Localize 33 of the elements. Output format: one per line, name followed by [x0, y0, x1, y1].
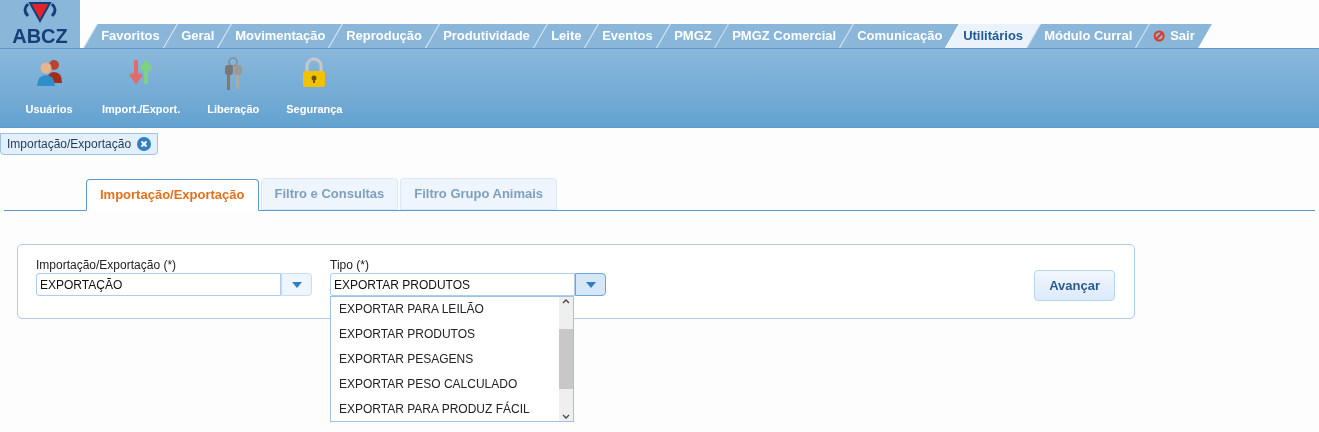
form-tab[interactable]: Filtro e Consultas — [260, 178, 399, 210]
caret-icon — [585, 281, 596, 288]
dropdown-option[interactable]: EXPORTAR PESAGENS — [331, 346, 559, 372]
field-label: Tipo (*) — [330, 258, 370, 273]
scrollbar[interactable] — [559, 297, 573, 421]
chevron-up-icon[interactable] — [562, 299, 570, 304]
menu-tab[interactable]: Favoritos — [83, 24, 177, 48]
menu-tab[interactable]: PMGZ Comercial — [714, 24, 854, 48]
dropdown-option[interactable]: EXPORTAR PARA PRODUZ FÁCIL — [331, 396, 559, 421]
chevron-down-icon[interactable] — [562, 414, 570, 419]
close-icon[interactable] — [137, 137, 152, 151]
dropdown-option[interactable]: EXPORTAR PARA LEILÃO — [331, 297, 559, 322]
menu-tab[interactable]: Módulo Curral — [1026, 24, 1150, 48]
form-tab[interactable]: Importação/Exportação — [86, 179, 259, 211]
menu-tab[interactable]: Sair — [1135, 24, 1212, 48]
toolbar-button[interactable]: Import./Export. — [94, 57, 189, 117]
caret-icon — [291, 281, 302, 288]
form-tab[interactable]: Filtro Grupo Animais — [400, 178, 558, 210]
menu-tab[interactable]: Comunicação — [839, 24, 960, 48]
menu-tab[interactable]: Reprodução — [328, 24, 439, 48]
toolbar-button[interactable]: Segurança — [278, 57, 351, 117]
field-label: Importação/Exportação (*) — [36, 258, 178, 273]
dropdown-option[interactable]: EXPORTAR PRODUTOS — [331, 321, 559, 347]
advance-button[interactable]: Avançar — [1034, 270, 1115, 301]
logo-text: ABCZ — [12, 26, 68, 46]
document-tab[interactable]: Importação/Exportação — [0, 133, 159, 155]
no-entry-icon — [1153, 30, 1166, 42]
document-tab-label: Importação/Exportação — [7, 136, 132, 153]
toolbar-button[interactable]: Usuários — [14, 57, 84, 117]
menu-tab[interactable]: Produtividade — [425, 24, 547, 48]
toolbar-button[interactable]: Liberação — [198, 57, 269, 117]
users-icon — [34, 57, 64, 87]
dropdown-option[interactable]: EXPORTAR PESO CALCULADO — [331, 371, 559, 397]
